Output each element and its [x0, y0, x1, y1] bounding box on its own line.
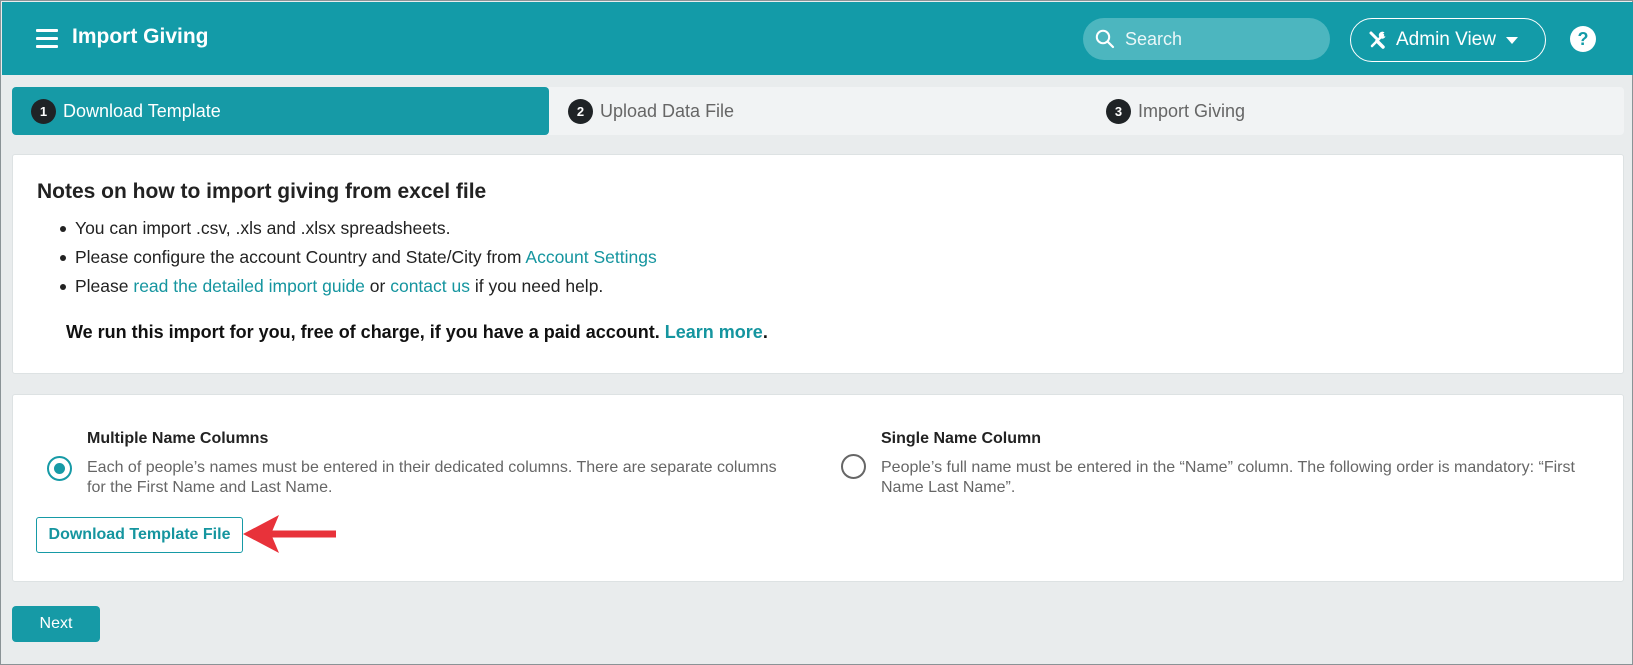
step-number: 2 [568, 98, 593, 124]
search-input[interactable] [1125, 28, 1315, 50]
import-guide-link[interactable]: read the detailed import guide [133, 276, 365, 296]
step-number: 3 [1106, 98, 1131, 124]
single-name-column-radio[interactable] [841, 454, 866, 479]
notes-card: Notes on how to import giving from excel… [12, 154, 1624, 374]
admin-view-label: Admin View [1396, 29, 1496, 50]
paid-import-note: We run this import for you, free of char… [66, 322, 768, 342]
multiple-name-columns-radio[interactable] [47, 456, 72, 481]
option-title: Multiple Name Columns [87, 430, 269, 447]
option-title: Single Name Column [881, 430, 1042, 447]
chevron-down-icon [1505, 36, 1518, 44]
option-description: Each of people’s names must be entered i… [87, 459, 777, 496]
step-label: Import Giving [1138, 100, 1246, 121]
list-item: Please configure the account Country and… [60, 246, 657, 275]
hamburger-menu-icon[interactable] [36, 29, 58, 49]
notes-title: Notes on how to import giving from excel… [37, 180, 487, 203]
step-import-giving[interactable]: 3 Import Giving [1106, 87, 1245, 135]
admin-view-button[interactable]: Admin View [1350, 18, 1546, 62]
search-icon [1095, 29, 1115, 49]
step-number: 1 [31, 98, 56, 124]
step-label: Upload Data File [600, 100, 735, 121]
annotation-arrow-icon [243, 515, 336, 553]
template-options-card: Multiple Name Columns Each of people’s n… [12, 394, 1624, 582]
help-icon[interactable]: ? [1570, 26, 1596, 52]
import-steps: 1 Download Template 2 Upload Data File 3… [12, 87, 1624, 135]
step-upload-data-file[interactable]: 2 Upload Data File [568, 87, 734, 135]
list-item: You can import .csv, .xls and .xlsx spre… [60, 217, 657, 246]
step-download-template[interactable]: 1 Download Template [12, 87, 549, 135]
step-label: Download Template [63, 100, 221, 121]
learn-more-link[interactable]: Learn more [665, 322, 763, 342]
notes-list: You can import .csv, .xls and .xlsx spre… [60, 217, 657, 304]
top-header: Import Giving Admin View ? [2, 2, 1633, 75]
page-title: Import Giving [72, 25, 209, 48]
tools-icon [1369, 31, 1386, 49]
download-template-file-button[interactable]: Download Template File [36, 517, 243, 553]
search-field[interactable] [1083, 18, 1330, 60]
option-description: People’s full name must be entered in th… [881, 459, 1575, 496]
account-settings-link[interactable]: Account Settings [525, 247, 656, 267]
app-frame: Import Giving Admin View ? 1 Download Te… [0, 0, 1633, 665]
list-item: Please read the detailed import guide or… [60, 275, 657, 304]
contact-us-link[interactable]: contact us [390, 276, 470, 296]
next-button[interactable]: Next [12, 606, 100, 642]
